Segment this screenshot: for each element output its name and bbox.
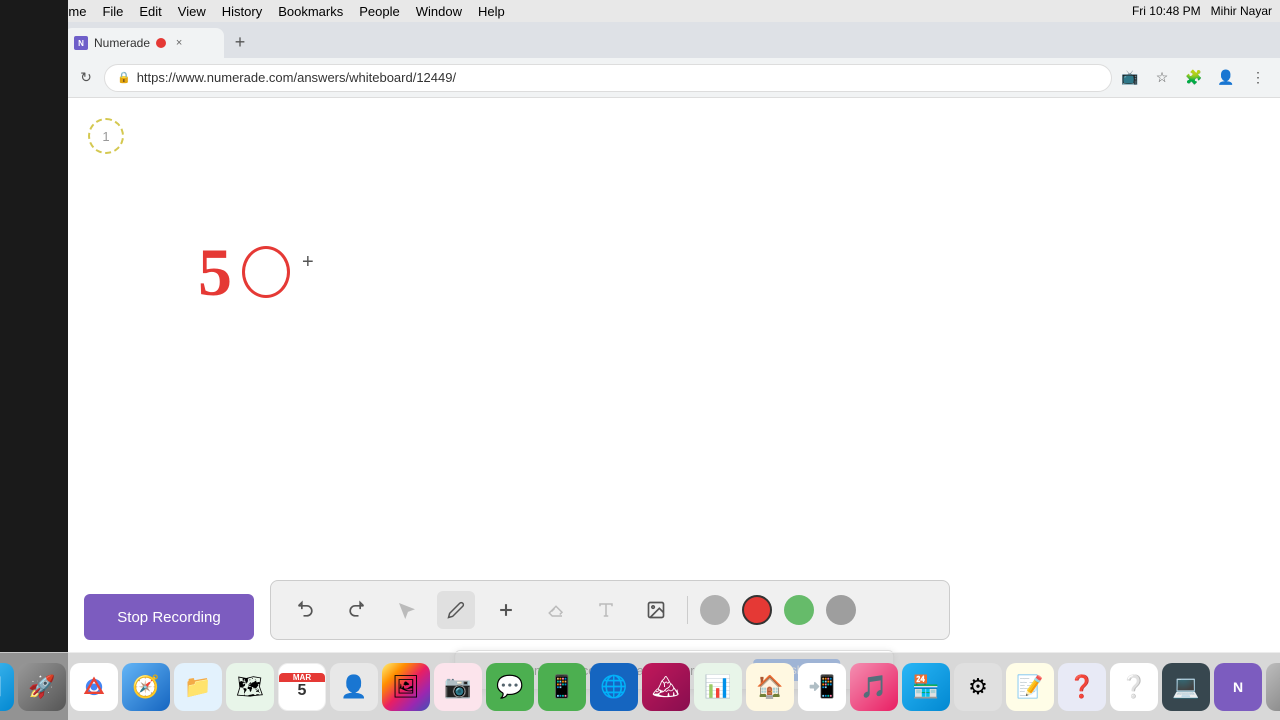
color-gray-dark[interactable] — [826, 595, 856, 625]
dock-help[interactable]: ❓ — [1058, 663, 1106, 711]
bookmark-icon[interactable]: ☆ — [1148, 64, 1176, 92]
page-number-indicator: 1 — [88, 118, 124, 154]
cast-icon[interactable]: 📺 — [1116, 64, 1144, 92]
dock-photos-2[interactable]: 📷 — [434, 663, 482, 711]
mac-dock: 🗂 🚀 🧭 📁 🗺 MAR 5 👤 🖼 📷 💬 📱 🌐 🏔 📊 🏠 📲 🎵 🏪 … — [0, 652, 1280, 720]
left-sidebar-bar — [0, 0, 68, 720]
color-gray-light[interactable] — [700, 595, 730, 625]
dock-messages[interactable]: 💬 — [486, 663, 534, 711]
tab-favicon: N — [74, 36, 88, 50]
dock-itunes[interactable]: 🎵 — [850, 663, 898, 711]
tab-recording-indicator — [156, 38, 166, 48]
tab-close-btn[interactable]: × — [172, 36, 186, 50]
dock-numerade[interactable]: N — [1214, 663, 1262, 711]
new-tab-button[interactable]: + — [226, 28, 254, 56]
menu-bookmarks[interactable]: Bookmarks — [278, 4, 343, 19]
dock-files[interactable]: 📁 — [174, 663, 222, 711]
eraser-button[interactable] — [537, 591, 575, 629]
whiteboard-area: 1 5 + Stop Recording — [68, 98, 1280, 720]
profile-icon[interactable]: 👤 — [1212, 64, 1240, 92]
color-green[interactable] — [784, 595, 814, 625]
dock-maps[interactable]: 🗺 — [226, 663, 274, 711]
menu-history[interactable]: History — [222, 4, 262, 19]
whiteboard-math-content: 5 + — [198, 238, 314, 306]
dock-appstore[interactable]: 🏪 — [902, 663, 950, 711]
dock-notes[interactable]: 📝 — [1006, 663, 1054, 711]
dock-photos[interactable]: 🖼 — [382, 663, 430, 711]
dock-music[interactable]: 🏔 — [642, 663, 690, 711]
text-tool-button[interactable] — [587, 591, 625, 629]
dock-home[interactable]: 🏠 — [746, 663, 794, 711]
menu-edit[interactable]: Edit — [139, 4, 161, 19]
image-button[interactable] — [637, 591, 675, 629]
active-tab[interactable]: N Numerade × — [64, 28, 224, 58]
tab-title: Numerade — [94, 36, 150, 50]
refresh-button[interactable]: ↻ — [72, 64, 100, 92]
url-text: https://www.numerade.com/answers/whitebo… — [137, 70, 456, 85]
lock-icon: 🔒 — [117, 71, 131, 84]
math-number: 5 — [198, 238, 234, 306]
dock-safari[interactable]: 🧭 — [122, 663, 170, 711]
extensions-icon[interactable]: 🧩 — [1180, 64, 1208, 92]
mac-menubar: 🍎 Chrome File Edit View History Bookmark… — [0, 0, 1280, 22]
dock-phone[interactable]: 📱 — [538, 663, 586, 711]
nav-bar: ‹ › ↻ 🔒 https://www.numerade.com/answers… — [0, 58, 1280, 98]
nav-right-icons: 📺 ☆ 🧩 👤 ⋮ — [1116, 64, 1272, 92]
math-expression: 5 + — [198, 238, 314, 306]
dock-numbers[interactable]: 📊 — [694, 663, 742, 711]
redo-button[interactable] — [337, 591, 375, 629]
menubar-user: Mihir Nayar — [1211, 4, 1272, 18]
menu-items: Chrome File Edit View History Bookmarks … — [40, 4, 505, 19]
drawing-toolbar — [270, 580, 950, 640]
select-tool-button[interactable] — [387, 591, 425, 629]
dock-calendar[interactable]: MAR 5 — [278, 663, 326, 711]
dock-chrome[interactable] — [70, 663, 118, 711]
dock-finder[interactable]: 🗂 — [0, 663, 14, 711]
menu-file[interactable]: File — [102, 4, 123, 19]
pen-tool-button[interactable] — [437, 591, 475, 629]
tab-bar: N Numerade × + — [0, 22, 1280, 58]
menu-people[interactable]: People — [359, 4, 399, 19]
dock-help2[interactable]: ❔ — [1110, 663, 1158, 711]
dock-sysprefs[interactable]: ⚙ — [954, 663, 1002, 711]
address-bar[interactable]: 🔒 https://www.numerade.com/answers/white… — [104, 64, 1112, 92]
dock-remote[interactable]: 📲 — [798, 663, 846, 711]
menu-window[interactable]: Window — [416, 4, 462, 19]
add-shape-button[interactable] — [487, 591, 525, 629]
chrome-window: N Numerade × + ‹ › ↻ 🔒 https://www.numer… — [0, 22, 1280, 720]
toolbar-divider-1 — [687, 596, 688, 624]
dock-launchpad[interactable]: 🚀 — [18, 663, 66, 711]
dock-screen[interactable]: 💻 — [1162, 663, 1210, 711]
stop-recording-button[interactable]: Stop Recording — [84, 594, 254, 640]
dock-trash[interactable]: 🗑 — [1266, 663, 1280, 711]
undo-button[interactable] — [287, 591, 325, 629]
math-zero — [242, 246, 290, 298]
menu-help[interactable]: Help — [478, 4, 505, 19]
menu-icon[interactable]: ⋮ — [1244, 64, 1272, 92]
menu-view[interactable]: View — [178, 4, 206, 19]
menubar-right: Fri 10:48 PM Mihir Nayar — [1132, 4, 1272, 18]
dock-social[interactable]: 🌐 — [590, 663, 638, 711]
math-plus: + — [302, 252, 314, 272]
dock-contacts[interactable]: 👤 — [330, 663, 378, 711]
color-red[interactable] — [742, 595, 772, 625]
menubar-time: Fri 10:48 PM — [1132, 4, 1201, 18]
bottom-action-area: Stop Recording — [68, 580, 1280, 640]
